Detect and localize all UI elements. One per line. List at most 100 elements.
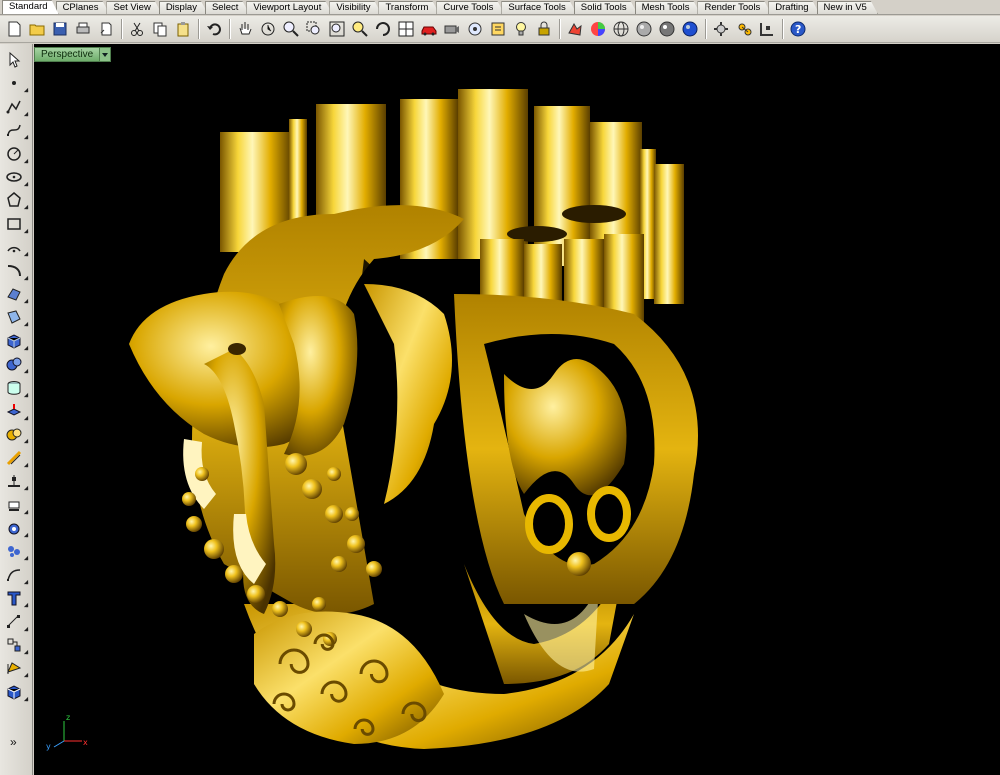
flyout-corner-icon <box>23 486 29 491</box>
axis-z-label: z <box>66 713 70 722</box>
paste-icon[interactable] <box>172 18 194 40</box>
osnap-icon[interactable] <box>733 18 755 40</box>
zoom-selected-icon[interactable] <box>349 18 371 40</box>
lock-icon[interactable] <box>533 18 555 40</box>
flyout-corner-icon <box>23 228 29 233</box>
trim-icon[interactable] <box>3 470 29 492</box>
viewport-tab[interactable]: Perspective <box>34 47 112 62</box>
box-icon[interactable] <box>3 330 29 352</box>
layer-icon[interactable] <box>3 657 29 679</box>
grid-snap-icon[interactable] <box>756 18 778 40</box>
options-icon[interactable] <box>710 18 732 40</box>
sphere-icon[interactable] <box>3 353 29 375</box>
tab-drafting[interactable]: Drafting <box>768 1 819 14</box>
world-axis-icon: z x y <box>46 713 88 751</box>
boolean-icon[interactable] <box>3 423 29 445</box>
rotate-icon[interactable] <box>257 18 279 40</box>
flyout-corner-icon <box>23 509 29 514</box>
toolbar-tab-strip: Standard CPlanes Set View Display Select View… <box>0 0 1000 15</box>
help-icon[interactable]: ? <box>787 18 809 40</box>
tab-new-in-v5[interactable]: New in V5 <box>817 1 878 14</box>
circle-icon[interactable] <box>3 143 29 165</box>
tab-solid-tools[interactable]: Solid Tools <box>574 1 638 14</box>
object-properties-icon[interactable] <box>487 18 509 40</box>
template-icon[interactable] <box>95 18 117 40</box>
mesh-box-icon[interactable] <box>3 681 29 703</box>
array-icon[interactable] <box>3 564 29 586</box>
light-bulb-icon[interactable] <box>510 18 532 40</box>
shaded-sphere-icon[interactable] <box>633 18 655 40</box>
tab-set-view[interactable]: Set View <box>106 1 161 14</box>
blue-sphere-icon[interactable] <box>679 18 701 40</box>
open-icon[interactable] <box>26 18 48 40</box>
ellipse-icon[interactable] <box>3 166 29 188</box>
axis-x-label: x <box>83 738 88 747</box>
group-icon[interactable] <box>3 540 29 562</box>
left-toolbar: » <box>0 44 33 775</box>
flyout-corner-icon <box>23 252 29 257</box>
tab-visibility[interactable]: Visibility <box>329 1 381 14</box>
car-icon[interactable] <box>418 18 440 40</box>
svg-text:?: ? <box>795 23 801 36</box>
tab-select[interactable]: Select <box>205 1 249 14</box>
flyout-corner-icon <box>23 369 29 374</box>
tab-standard[interactable]: Standard <box>2 0 59 14</box>
viewport-menu-dropdown[interactable] <box>99 48 111 61</box>
zoom-extents-icon[interactable] <box>326 18 348 40</box>
cylinder-icon[interactable] <box>3 377 29 399</box>
tab-display[interactable]: Display <box>159 1 208 14</box>
save-icon[interactable] <box>49 18 71 40</box>
join-icon[interactable] <box>3 494 29 516</box>
flyout-corner-icon <box>23 626 29 631</box>
flyout-corner-icon <box>23 275 29 280</box>
curve-icon[interactable] <box>3 119 29 141</box>
flyout-corner-icon <box>23 415 29 421</box>
zoom-dynamic-icon[interactable] <box>280 18 302 40</box>
tab-viewport-layout[interactable]: Viewport Layout <box>246 1 332 14</box>
rectangle-icon[interactable] <box>3 213 29 235</box>
flyout-corner-icon <box>23 158 29 163</box>
surface-icon[interactable] <box>3 283 29 305</box>
polyline-icon[interactable] <box>3 96 29 118</box>
named-views-icon[interactable] <box>464 18 486 40</box>
tab-transform[interactable]: Transform <box>378 1 439 14</box>
color-wheel-icon[interactable] <box>587 18 609 40</box>
dimension-icon[interactable] <box>3 611 29 633</box>
rendered-sphere-icon[interactable] <box>656 18 678 40</box>
polygon-icon[interactable] <box>3 189 29 211</box>
wireframe-sphere-icon[interactable] <box>610 18 632 40</box>
fillet-icon[interactable] <box>3 260 29 282</box>
explode-icon[interactable] <box>3 517 29 539</box>
undo-icon[interactable] <box>203 18 225 40</box>
tab-render-tools[interactable]: Render Tools <box>697 1 771 14</box>
standard-toolbar: ? <box>0 16 1000 43</box>
zoom-window-icon[interactable] <box>303 18 325 40</box>
copy-icon[interactable] <box>149 18 171 40</box>
sweep-icon[interactable] <box>3 306 29 328</box>
extrude-icon[interactable] <box>3 400 29 422</box>
tab-curve-tools[interactable]: Curve Tools <box>436 1 504 14</box>
new-icon[interactable] <box>3 18 25 40</box>
viewport-title[interactable]: Perspective <box>35 48 99 61</box>
block-icon[interactable] <box>3 634 29 656</box>
point-icon[interactable] <box>3 72 29 94</box>
tab-cplanes[interactable]: CPlanes <box>56 1 110 14</box>
flyout-corner-icon <box>23 673 29 678</box>
select-arrow-icon[interactable] <box>3 49 25 71</box>
print-icon[interactable] <box>72 18 94 40</box>
right-gallery <box>454 294 698 604</box>
pan-icon[interactable] <box>234 18 256 40</box>
render-icon[interactable] <box>564 18 586 40</box>
perspective-viewport[interactable]: Perspective z x y <box>34 44 1000 775</box>
more-tools-chevron[interactable]: » <box>10 735 17 749</box>
toolbar-separator <box>782 19 784 39</box>
cut-icon[interactable] <box>126 18 148 40</box>
arc-icon[interactable] <box>3 236 29 258</box>
rotate-view-icon[interactable] <box>372 18 394 40</box>
four-viewports-icon[interactable] <box>395 18 417 40</box>
tab-mesh-tools[interactable]: Mesh Tools <box>635 1 701 14</box>
offset-icon[interactable] <box>3 447 29 469</box>
tab-surface-tools[interactable]: Surface Tools <box>501 1 576 14</box>
camera-icon[interactable] <box>441 18 463 40</box>
text-icon[interactable] <box>3 587 29 609</box>
